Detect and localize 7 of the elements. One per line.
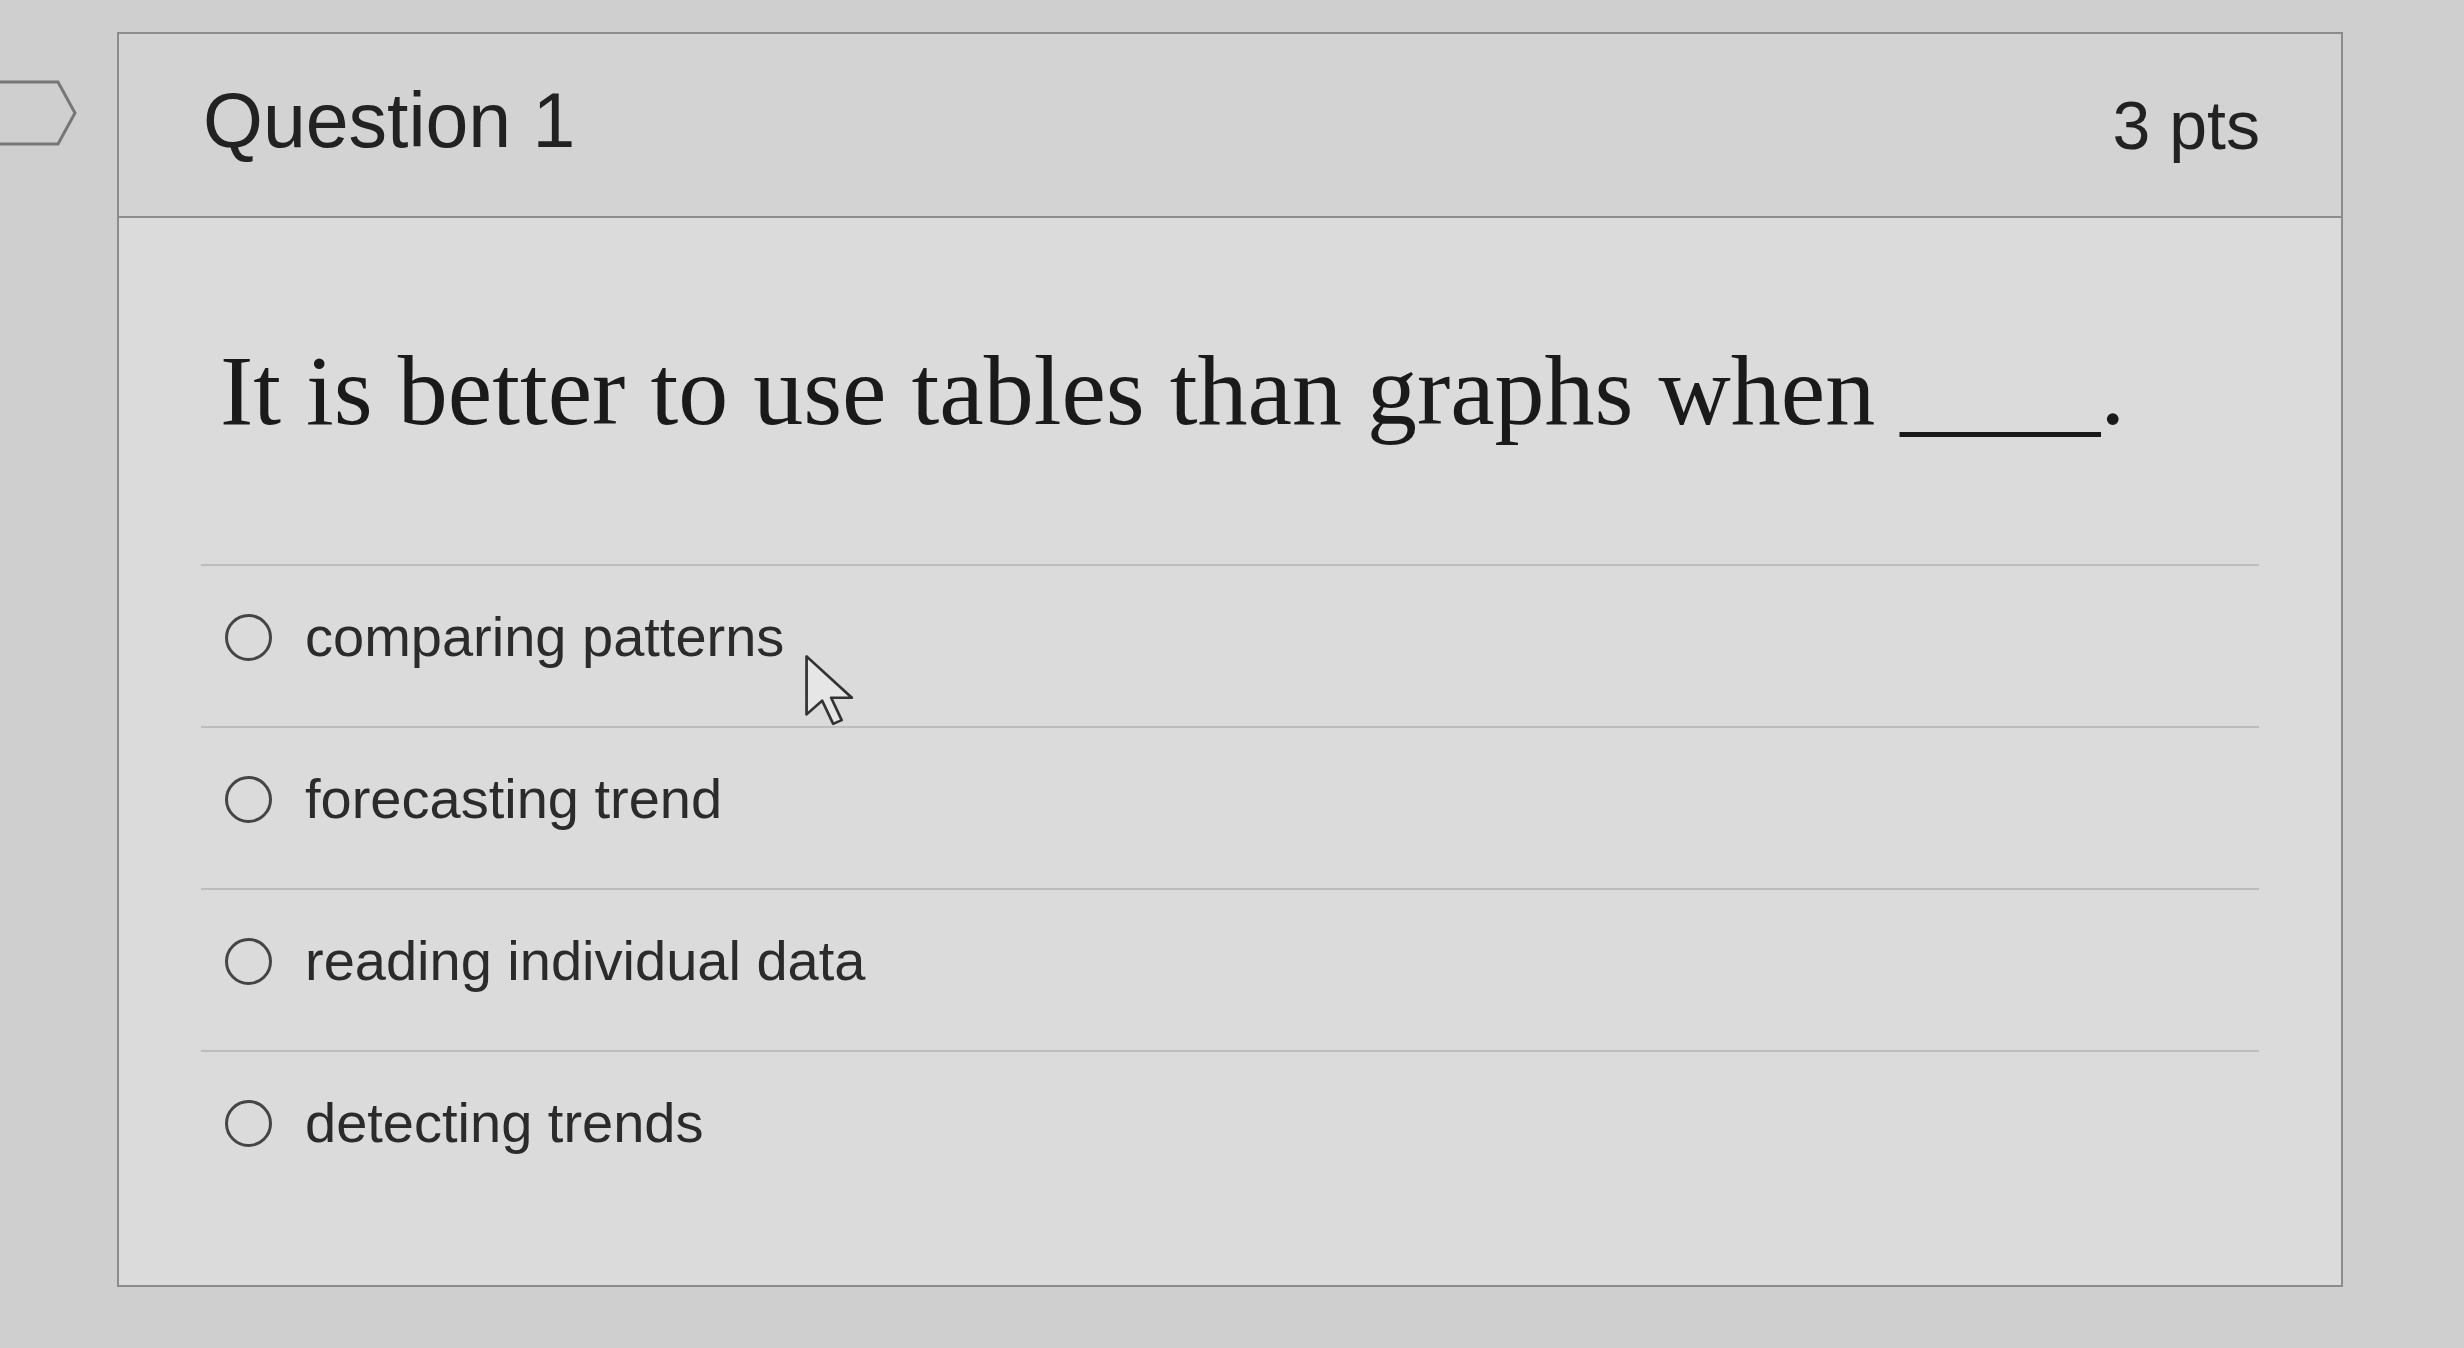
radio-button[interactable] xyxy=(225,1099,272,1147)
radio-button[interactable] xyxy=(225,775,272,823)
mouse-pointer-icon xyxy=(805,655,855,726)
bookmark-flag-icon[interactable] xyxy=(0,80,77,146)
radio-button[interactable] xyxy=(225,613,272,661)
question-title: Question 1 xyxy=(203,81,576,165)
radio-button[interactable] xyxy=(225,937,272,985)
